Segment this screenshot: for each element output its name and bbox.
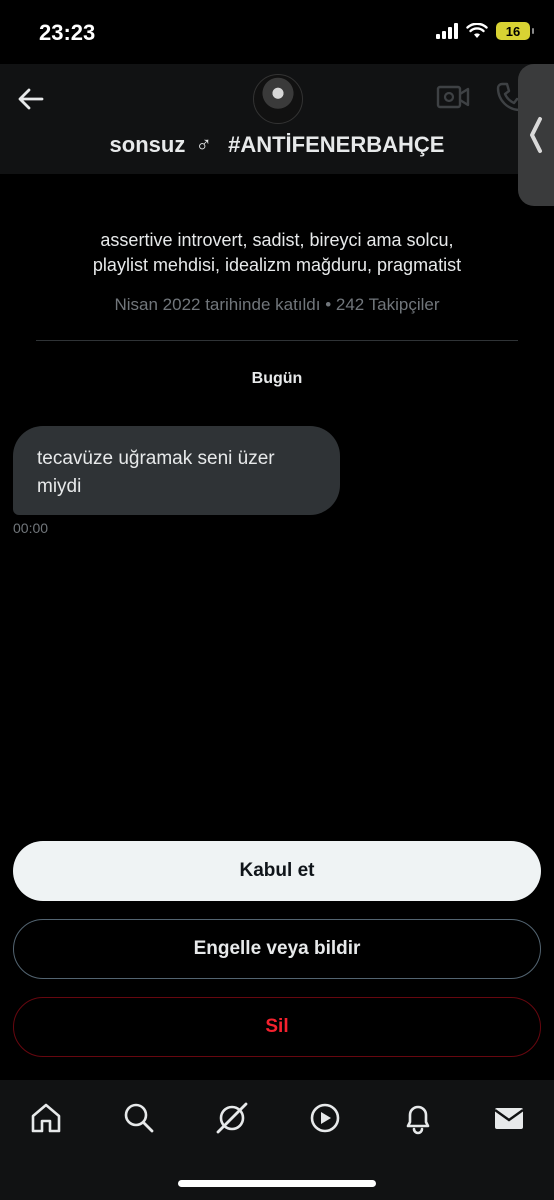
profile-title: sonsuz ♂ #ANTİFENERBAHÇE xyxy=(0,132,554,158)
day-label: Bugün xyxy=(251,370,303,387)
grok-icon xyxy=(214,1100,250,1136)
message-time: 00:00 xyxy=(13,520,49,536)
display-name: sonsuz xyxy=(109,132,186,157)
avatar[interactable] xyxy=(253,74,303,124)
chevron-left-icon xyxy=(528,115,544,155)
signal-icon xyxy=(436,23,458,39)
video-call-button[interactable] xyxy=(436,82,470,112)
notifications-icon xyxy=(401,1101,435,1135)
tab-messages[interactable] xyxy=(491,1100,527,1136)
video-icon xyxy=(308,1101,342,1135)
messages-icon xyxy=(492,1101,526,1135)
wifi-icon xyxy=(466,23,488,39)
home-icon xyxy=(29,1101,63,1135)
delete-button[interactable]: Sil xyxy=(13,997,541,1057)
battery-icon: 16 xyxy=(496,22,534,40)
tab-search[interactable] xyxy=(121,1100,157,1136)
bio-line: assertive introvert, sadist, bireyci ama… xyxy=(100,230,454,250)
tab-home[interactable] xyxy=(28,1100,64,1136)
tab-notifications[interactable] xyxy=(400,1100,436,1136)
message-bubble[interactable]: tecavüze uğramak seni üzer miydi xyxy=(13,426,340,515)
profile-hashtag: #ANTİFENERBAHÇE xyxy=(228,132,445,157)
status-time: 23:23 xyxy=(39,20,96,45)
tab-video[interactable] xyxy=(307,1100,343,1136)
bio-line: playlist mehdisi, idealizm mağduru, prag… xyxy=(92,255,462,275)
divider xyxy=(36,340,518,341)
profile-bio: assertive introvert, sadist, bireyci ama… xyxy=(40,228,514,278)
status-icons: 16 xyxy=(436,22,534,40)
home-indicator xyxy=(178,1180,376,1187)
video-call-icon xyxy=(436,82,470,112)
back-button[interactable] xyxy=(14,82,48,116)
male-symbol: ♂ xyxy=(195,132,212,157)
accept-button[interactable]: Kabul et xyxy=(13,841,541,901)
conversation-header: sonsuz ♂ #ANTİFENERBAHÇE xyxy=(0,64,554,174)
joined-info: Nisan 2022 tarihinde katıldı • 242 Takip… xyxy=(114,295,440,314)
tab-grok[interactable] xyxy=(214,1100,250,1136)
status-bar: 23:23 16 xyxy=(0,0,554,64)
block-report-button[interactable]: Engelle veya bildir xyxy=(13,919,541,979)
search-icon xyxy=(122,1101,156,1135)
side-panel-handle[interactable] xyxy=(518,64,554,206)
back-arrow-icon xyxy=(14,82,48,116)
